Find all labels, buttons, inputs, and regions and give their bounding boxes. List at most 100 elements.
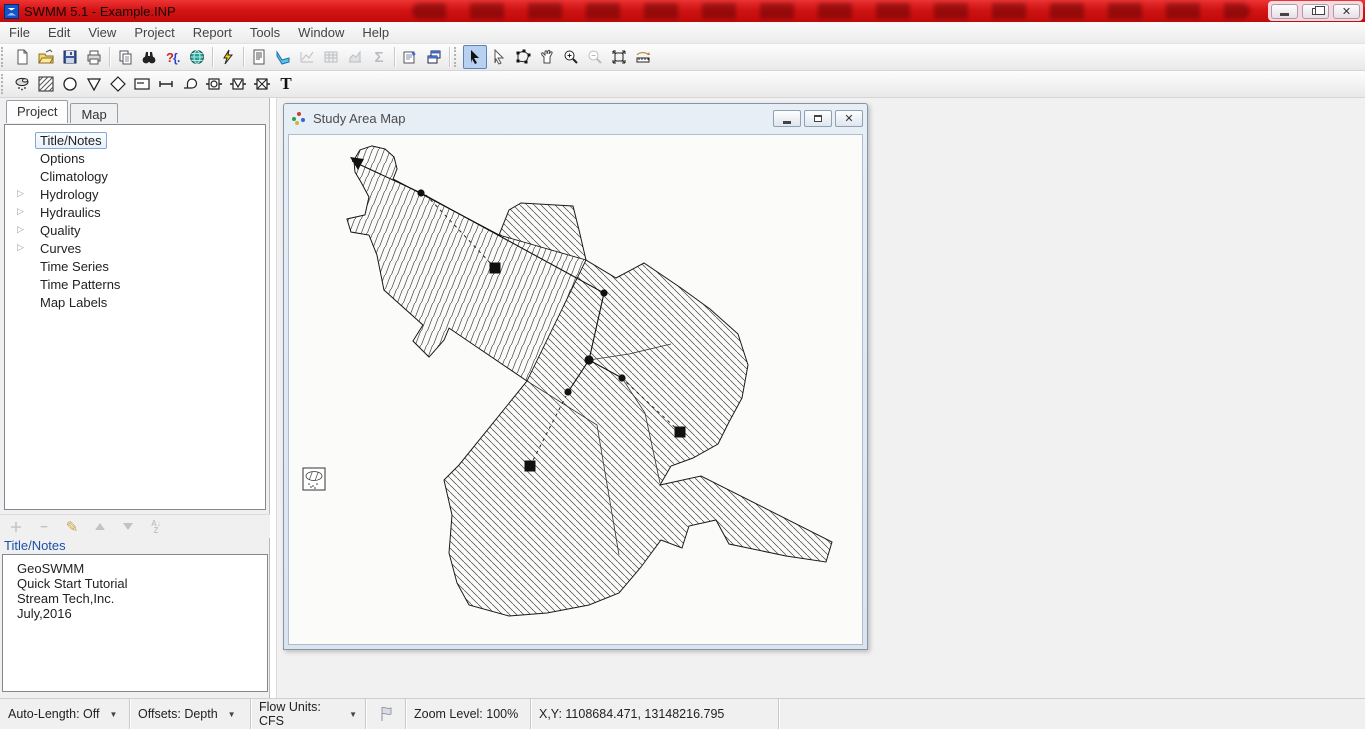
find-button[interactable] — [137, 45, 161, 69]
down-arrow-icon — [123, 523, 133, 530]
map-minimize-button[interactable] — [773, 110, 801, 127]
tree-item-hydraulics[interactable]: ▷Hydraulics — [9, 203, 263, 221]
close-button[interactable]: ✕ — [1333, 4, 1360, 19]
expand-icon[interactable]: ▷ — [17, 224, 24, 235]
print-button[interactable] — [82, 45, 106, 69]
run-simulation-button[interactable] — [216, 45, 240, 69]
weir-button[interactable] — [226, 72, 250, 96]
tree-item-climatology[interactable]: Climatology — [9, 167, 263, 185]
map-window-titlebar[interactable]: Study Area Map ✕ — [284, 104, 867, 133]
zoom-in-icon — [563, 49, 579, 65]
expand-icon[interactable]: ▷ — [17, 206, 24, 217]
pump-button[interactable] — [178, 72, 202, 96]
panel-splitter[interactable] — [270, 98, 277, 698]
menu-project[interactable]: Project — [125, 23, 183, 42]
junction-node — [564, 388, 571, 395]
profile-plot-icon — [275, 49, 291, 65]
conduit-button[interactable] — [154, 72, 178, 96]
notes-listbox[interactable]: GeoSWMM Quick Start Tutorial Stream Tech… — [2, 554, 268, 692]
menu-report[interactable]: Report — [184, 23, 241, 42]
divider-icon — [109, 75, 127, 93]
outfall-button[interactable] — [82, 72, 106, 96]
orifice-icon — [205, 75, 223, 93]
expand-icon[interactable]: ▷ — [17, 188, 24, 199]
select-vertex-button[interactable] — [487, 45, 511, 69]
menu-file[interactable]: File — [0, 23, 39, 42]
measure-button[interactable] — [631, 45, 655, 69]
options-button[interactable] — [398, 45, 422, 69]
tree-item-curves[interactable]: ▷Curves — [9, 239, 263, 257]
menu-help[interactable]: Help — [353, 23, 398, 42]
move-up-button[interactable] — [92, 519, 108, 535]
toolbar-separator — [212, 47, 213, 67]
junction-button[interactable] — [58, 72, 82, 96]
table-button[interactable] — [319, 45, 343, 69]
auto-length-dropdown[interactable]: Auto-Length: Off▼ — [0, 699, 130, 729]
profile-plot-button[interactable] — [271, 45, 295, 69]
rain-gage-icon — [13, 75, 31, 93]
toolbar-grip[interactable] — [1, 74, 8, 94]
orifice-button[interactable] — [202, 72, 226, 96]
move-down-button[interactable] — [120, 519, 136, 535]
expand-icon[interactable]: ▷ — [17, 242, 24, 253]
storage-unit-button[interactable] — [130, 72, 154, 96]
zoom-out-button[interactable] — [583, 45, 607, 69]
graph-button[interactable] — [295, 45, 319, 69]
restore-button[interactable] — [1302, 4, 1329, 19]
open-button[interactable] — [34, 45, 58, 69]
tree-item-title-notes[interactable]: Title/Notes — [9, 131, 263, 149]
tree-item-quality[interactable]: ▷Quality — [9, 221, 263, 239]
subcatchment-button[interactable] — [34, 72, 58, 96]
study-area-map-canvas[interactable] — [288, 134, 863, 645]
menu-window[interactable]: Window — [289, 23, 353, 42]
tab-map[interactable]: Map — [70, 103, 117, 123]
select-object-button[interactable] — [463, 45, 487, 69]
flow-units-dropdown[interactable]: Flow Units: CFS▼ — [251, 699, 366, 729]
tree-item-map-labels[interactable]: Map Labels — [9, 293, 263, 311]
menu-edit[interactable]: Edit — [39, 23, 79, 42]
tree-item-time-patterns[interactable]: Time Patterns — [9, 275, 263, 293]
full-extent-button[interactable] — [607, 45, 631, 69]
save-button[interactable] — [58, 45, 82, 69]
menu-tools[interactable]: Tools — [241, 23, 289, 42]
toolbar-grip[interactable] — [1, 47, 8, 67]
copy-button[interactable] — [113, 45, 137, 69]
map-close-button[interactable]: ✕ — [835, 110, 863, 127]
project-tree: Title/Notes Options Climatology ▷Hydrolo… — [4, 124, 266, 510]
svg-text:.: . — [177, 51, 180, 65]
select-region-button[interactable] — [511, 45, 535, 69]
status-report-button[interactable] — [247, 45, 271, 69]
edit-item-button[interactable]: ✎ — [64, 519, 80, 535]
sum-button[interactable]: Σ — [367, 45, 391, 69]
sort-button[interactable]: A↓Z — [148, 519, 164, 535]
zoom-in-button[interactable] — [559, 45, 583, 69]
overview-map-button[interactable] — [185, 45, 209, 69]
note-line: July,2016 — [17, 606, 267, 621]
divider-button[interactable] — [106, 72, 130, 96]
map-restore-button[interactable] — [804, 110, 832, 127]
browser-tabs: Project Map — [0, 98, 269, 122]
new-button[interactable] — [10, 45, 34, 69]
delete-item-button[interactable]: − — [36, 519, 52, 535]
minimize-button[interactable] — [1271, 4, 1298, 19]
toolbar-grip[interactable] — [454, 47, 461, 67]
select-region-icon — [515, 49, 531, 65]
table-icon — [323, 49, 339, 65]
tree-item-options[interactable]: Options — [9, 149, 263, 167]
statistics-button[interactable] — [343, 45, 367, 69]
outlet-button[interactable] — [250, 72, 274, 96]
new-file-icon — [14, 49, 30, 65]
tree-item-hydrology[interactable]: ▷Hydrology — [9, 185, 263, 203]
menu-view[interactable]: View — [79, 23, 125, 42]
tab-project[interactable]: Project — [6, 100, 68, 123]
note-line: GeoSWMM — [17, 561, 267, 576]
query-button[interactable]: ?{. — [161, 45, 185, 69]
tree-item-time-series[interactable]: Time Series — [9, 257, 263, 275]
pan-button[interactable] — [535, 45, 559, 69]
study-area-map-window[interactable]: Study Area Map ✕ — [283, 103, 868, 650]
add-item-button[interactable]: ＋ — [8, 519, 24, 535]
cascade-windows-button[interactable] — [422, 45, 446, 69]
label-button[interactable]: T — [274, 72, 298, 96]
rain-gage-button[interactable] — [10, 72, 34, 96]
offsets-dropdown[interactable]: Offsets: Depth▼ — [130, 699, 251, 729]
